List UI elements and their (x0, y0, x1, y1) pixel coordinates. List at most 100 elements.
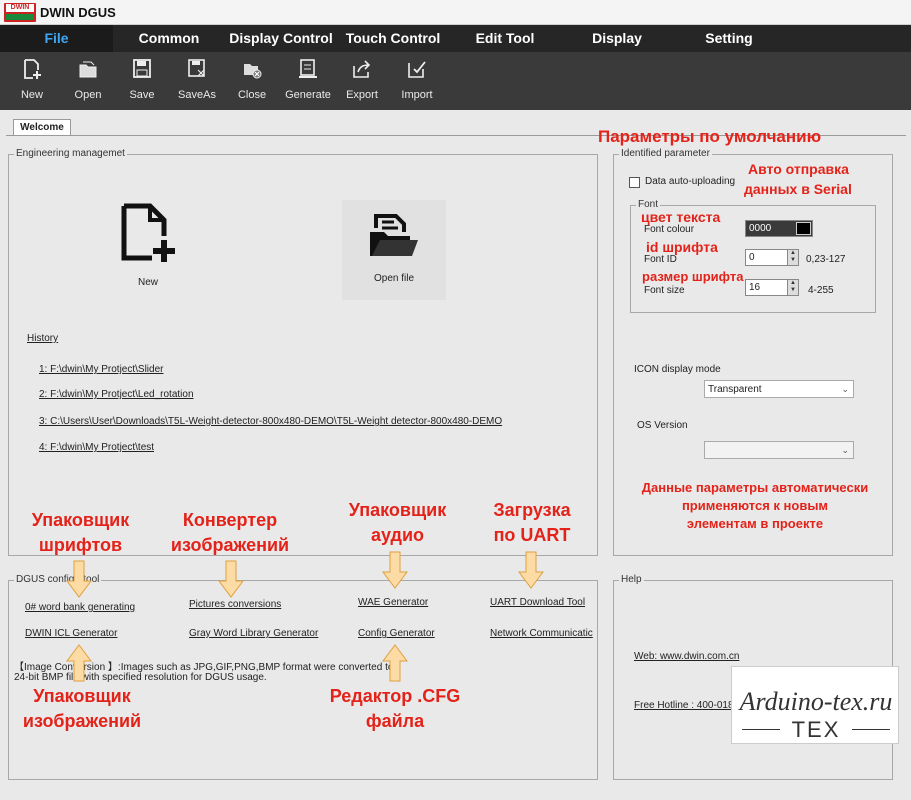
uart-download-tool-link[interactable]: UART Download Tool (490, 597, 585, 608)
font-id-label: Font ID (644, 254, 677, 265)
identified-legend: Identified parameter (619, 148, 712, 159)
import-label: Import (401, 89, 433, 101)
font-id-range: 0,23-127 (806, 254, 846, 265)
annotation-audio-packer-2: аудио (370, 525, 425, 545)
saveas-label: SaveAs (178, 89, 216, 101)
icon-mode-label: ICON display mode (634, 364, 721, 375)
font-colour-picker[interactable]: 0000 (745, 220, 813, 237)
annotation-auto-send-1: Авто отправка (748, 161, 849, 177)
font-colour-label: Font colour (644, 224, 695, 235)
saveas-button[interactable]: SaveAs (173, 52, 221, 110)
help-web-link[interactable]: Web: www.dwin.com.cn (634, 651, 739, 662)
export-button[interactable]: Export (338, 52, 386, 110)
annotation-uart-1: Загрузка (493, 500, 571, 520)
icl-generator-link[interactable]: DWIN ICL Generator (25, 628, 117, 639)
chevron-down-icon: ⌄ (841, 384, 849, 394)
annotation-auto-send-2: данных в Serial (744, 181, 852, 197)
close-project-icon (244, 64, 262, 79)
new-label: New (20, 89, 43, 101)
annotation-font-packer-2: шрифтов (38, 535, 123, 555)
open-file-label: Open file (373, 273, 415, 284)
generate-icon (299, 59, 317, 78)
export-icon (353, 60, 371, 78)
icon-mode-value: Transparent (708, 384, 762, 395)
close-button[interactable]: Close (228, 52, 276, 110)
logo-text: DWIN (6, 4, 34, 12)
watermark-brand: TEX (780, 717, 852, 743)
menu-common[interactable]: Common (113, 25, 225, 52)
history-item-4[interactable]: 4: F:\dwin\My Protject\test (39, 442, 154, 453)
chevron-down-icon: ⌄ (841, 445, 849, 455)
font-size-input[interactable]: 16 ▲ ▼ (745, 279, 799, 296)
annotation-params-note-1: Данные параметры автоматически (641, 480, 869, 495)
font-id-input[interactable]: 0 ▲ ▼ (745, 249, 799, 266)
spin-arrows-icon[interactable]: ▲ ▼ (787, 250, 798, 265)
annotation-img-packer-2: изображений (22, 711, 142, 731)
open-file-icon (370, 214, 418, 256)
font-size-range: 4-255 (808, 285, 834, 296)
auto-upload-label: Data auto-uploading (645, 176, 736, 187)
new-project-label: New (137, 277, 158, 288)
history-item-3[interactable]: 3: C:\Users\User\Downloads\T5L-Weight-de… (39, 416, 502, 427)
watermark-site: Arduino-tex.ru (739, 687, 893, 716)
menu-display-control[interactable]: Display Control (225, 25, 337, 52)
generate-label: Generate (285, 89, 331, 101)
font-id-value: 0 (749, 252, 755, 263)
save-icon (133, 59, 151, 78)
new-button[interactable]: New (8, 52, 56, 110)
menu-setting[interactable]: Setting (673, 25, 785, 52)
annotation-img-converter-1: Конвертер (182, 510, 278, 530)
menu-touch-control[interactable]: Touch Control (337, 25, 449, 52)
open-file-button[interactable]: Open file (342, 200, 446, 300)
save-label: Save (129, 89, 155, 101)
import-icon (408, 61, 426, 78)
history-item-2[interactable]: 2: F:\dwin\My Protject\Led_rotation (39, 389, 194, 400)
menu-edit-tool[interactable]: Edit Tool (449, 25, 561, 52)
annotation-font-packer-1: Упаковщик (31, 510, 130, 530)
generate-button[interactable]: Generate (284, 52, 332, 110)
new-file-icon (24, 59, 41, 79)
engineering-group: Engineering managemet (8, 148, 598, 556)
annotation-uart-2: по UART (493, 525, 571, 545)
save-button[interactable]: Save (118, 52, 166, 110)
menu-bar: File Common Display Control Touch Contro… (0, 25, 911, 52)
icon-mode-select[interactable]: Transparent ⌄ (704, 380, 854, 398)
history-label: History (27, 333, 59, 344)
auto-upload-checkbox[interactable] (629, 177, 640, 188)
spin-arrows-icon[interactable]: ▲ ▼ (787, 280, 798, 295)
word-bank-generating-link[interactable]: 0# word bank generating (25, 602, 135, 613)
history-item-1[interactable]: 1: F:\dwin\My Protject\Slider (39, 364, 163, 375)
annotation-text-color: цвет текста (641, 209, 721, 225)
config-generator-link[interactable]: Config Generator (358, 628, 435, 639)
os-version-select[interactable]: ⌄ (704, 441, 854, 459)
annotation-cfg-editor-2: файла (365, 711, 425, 731)
font-colour-value: 0000 (749, 223, 772, 234)
title-bar: DWIN DWIN DGUS (0, 0, 911, 25)
open-button[interactable]: Open (64, 52, 112, 110)
engineering-legend: Engineering managemet (14, 148, 127, 159)
wae-generator-link[interactable]: WAE Generator (358, 597, 428, 608)
dwin-logo: DWIN (4, 3, 36, 22)
new-project-icon (121, 203, 175, 262)
annotation-font-size: размер шрифта (642, 269, 744, 284)
annotation-defaults: Параметры по умолчанию (598, 127, 822, 146)
save-as-icon (188, 59, 205, 77)
annotation-img-packer-1: Упаковщик (33, 686, 131, 706)
annotation-font-id: id шрифта (646, 239, 718, 255)
gray-word-library-link[interactable]: Gray Word Library Generator (189, 628, 318, 639)
menu-file[interactable]: File (0, 25, 113, 52)
menu-display[interactable]: Display (561, 25, 673, 52)
pictures-conversions-link[interactable]: Pictures conversions (189, 599, 281, 610)
tab-welcome[interactable]: Welcome (13, 119, 71, 135)
arrow-down-icon (382, 551, 408, 589)
arrow-down-icon (66, 560, 92, 598)
annotation-img-converter-2: изображений (170, 535, 290, 555)
import-button[interactable]: Import (393, 52, 441, 110)
new-project-button[interactable]: New (108, 200, 188, 300)
network-communication-link[interactable]: Network Communicatic (490, 628, 598, 639)
arrow-down-icon (218, 560, 244, 598)
annotation-params-note-2: применяются к новым (681, 498, 829, 513)
annotation-cfg-editor-1: Редактор .CFG (329, 686, 461, 706)
close-label: Close (237, 89, 267, 101)
annotation-audio-packer-1: Упаковщик (348, 500, 447, 520)
